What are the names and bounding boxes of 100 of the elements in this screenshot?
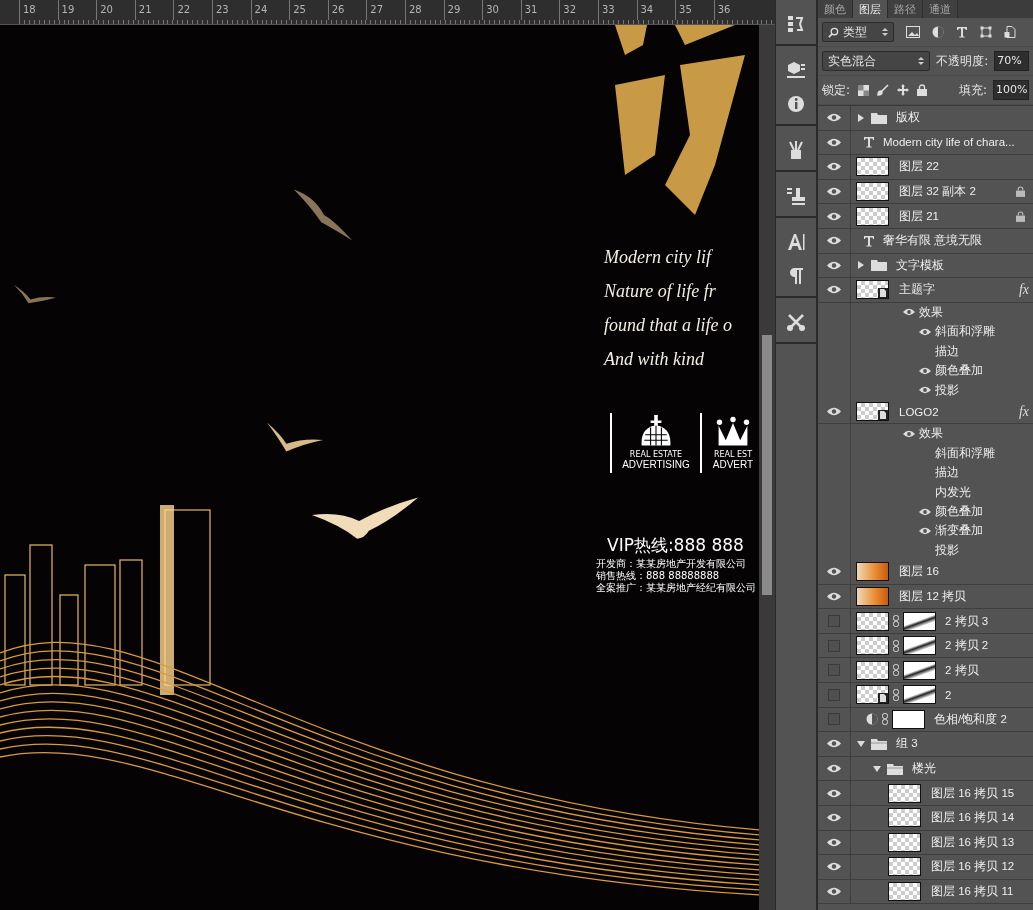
eye-icon[interactable]: [827, 887, 841, 897]
type-filter-icon[interactable]: [956, 26, 968, 38]
eye-icon[interactable]: [919, 386, 931, 394]
visibility-toggle[interactable]: [828, 688, 840, 701]
eye-icon[interactable]: [827, 137, 841, 147]
visibility-toggle[interactable]: [828, 639, 840, 652]
panel-tab[interactable]: 颜色: [818, 0, 853, 18]
layer-row[interactable]: 图层 22: [818, 155, 1033, 180]
tools-icon[interactable]: [786, 312, 806, 332]
layer-row[interactable]: 图层 12 拷贝: [818, 584, 1033, 610]
eye-icon[interactable]: [827, 113, 841, 123]
layer-row[interactable]: 2 拷贝 3: [818, 609, 1033, 634]
eye-icon[interactable]: [919, 366, 931, 375]
effect-name[interactable]: 斜面和浮雕: [935, 323, 995, 341]
move-icon[interactable]: [897, 84, 910, 96]
layer-row[interactable]: Modern city life of chara...: [818, 130, 1033, 156]
eye-icon[interactable]: [827, 764, 841, 774]
eye-icon[interactable]: [919, 526, 931, 535]
effects-badge[interactable]: fx: [1018, 281, 1029, 298]
stamp-icon[interactable]: [786, 186, 806, 206]
eye-icon[interactable]: [919, 327, 931, 336]
eye-icon[interactable]: [827, 211, 841, 221]
layer-row[interactable]: 图层 16 拷贝 14: [818, 805, 1033, 831]
eye-icon[interactable]: [827, 236, 841, 246]
opacity-field[interactable]: 70%: [994, 51, 1029, 71]
effect-name[interactable]: 描边: [935, 464, 959, 482]
eye-icon[interactable]: [919, 507, 931, 516]
effect-name[interactable]: 颜色叠加: [935, 362, 983, 380]
layer-row[interactable]: 2 拷贝 2: [818, 633, 1033, 659]
eye-icon[interactable]: [827, 837, 841, 847]
link-icon[interactable]: [893, 664, 899, 677]
collapsed-caret-icon[interactable]: [857, 113, 865, 122]
eye-icon[interactable]: [827, 260, 841, 270]
link-icon[interactable]: [893, 688, 899, 701]
effects-label[interactable]: 效果: [919, 303, 943, 321]
visibility-toggle[interactable]: [828, 713, 840, 726]
panel-tab[interactable]: 图层: [853, 0, 888, 18]
effect-name[interactable]: 描边: [935, 342, 959, 360]
eye-icon[interactable]: [827, 187, 841, 197]
effect-name[interactable]: 投影: [935, 381, 959, 399]
history-icon[interactable]: [786, 14, 806, 34]
layer-row[interactable]: 图层 21: [818, 204, 1033, 229]
layer-row[interactable]: 图层 16 拷贝 12: [818, 855, 1033, 880]
image-filter-icon[interactable]: [906, 26, 920, 38]
brushes-icon[interactable]: [786, 140, 806, 160]
eye-icon[interactable]: [827, 567, 841, 577]
lock-icon[interactable]: [917, 84, 928, 96]
panel-tab[interactable]: 路径: [888, 0, 923, 18]
eye-icon[interactable]: [827, 591, 841, 601]
eye-icon[interactable]: [827, 162, 841, 172]
layer-row[interactable]: 图层 32 副本 2: [818, 179, 1033, 205]
info-icon[interactable]: [786, 94, 806, 114]
effect-name[interactable]: 斜面和浮雕: [935, 444, 995, 462]
layer-row[interactable]: LOGO2 fx: [818, 399, 1033, 425]
eye-icon[interactable]: [827, 407, 841, 416]
blend-mode-dropdown[interactable]: 实色混合: [822, 51, 931, 71]
adjustment-filter-icon[interactable]: [932, 26, 944, 38]
effect-name[interactable]: 内发光: [935, 483, 971, 501]
filter-dropdown[interactable]: 类型: [822, 22, 894, 42]
smart-object-filter-icon[interactable]: [1004, 26, 1016, 38]
eye-icon[interactable]: [827, 739, 841, 749]
shape-filter-icon[interactable]: [980, 26, 992, 38]
layer-row[interactable]: 图层 16 拷贝 13: [818, 830, 1033, 856]
expanded-caret-icon[interactable]: [857, 740, 865, 748]
cube-icon[interactable]: [786, 60, 806, 80]
layer-row[interactable]: 图层 16 拷贝 15: [818, 781, 1033, 806]
vertical-scrollbar[interactable]: [759, 25, 775, 910]
layer-row[interactable]: 文字模板: [818, 253, 1033, 279]
layer-row[interactable]: 2 拷贝: [818, 658, 1033, 683]
visibility-toggle[interactable]: [828, 615, 840, 627]
layer-row[interactable]: 楼光: [818, 756, 1033, 782]
visibility-toggle[interactable]: [828, 664, 840, 677]
eye-icon[interactable]: [827, 285, 841, 295]
layer-row[interactable]: 组 3: [818, 732, 1033, 757]
effect-name[interactable]: 投影: [935, 541, 959, 559]
brush-icon[interactable]: [877, 84, 890, 96]
character-icon[interactable]: [786, 232, 806, 252]
effect-name[interactable]: 颜色叠加: [935, 503, 983, 521]
layer-row[interactable]: 版权: [818, 106, 1033, 131]
eye-icon[interactable]: [827, 788, 841, 798]
eye-icon[interactable]: [903, 430, 915, 438]
layer-row[interactable]: 主题字 fx: [818, 278, 1033, 303]
expanded-caret-icon[interactable]: [873, 764, 881, 773]
panel-tab[interactable]: 通道: [923, 0, 958, 18]
link-icon[interactable]: [893, 639, 899, 652]
link-icon[interactable]: [882, 713, 888, 726]
layer-row[interactable]: 图层 16 拷贝 11: [818, 879, 1033, 905]
layer-row[interactable]: 奢华有限 意境无限: [818, 228, 1033, 254]
eye-icon[interactable]: [827, 862, 841, 872]
effects-badge[interactable]: fx: [1018, 403, 1029, 420]
lock-transparency-icon[interactable]: [858, 84, 870, 96]
collapsed-caret-icon[interactable]: [857, 261, 865, 270]
link-icon[interactable]: [893, 615, 899, 627]
layer-row[interactable]: 色相/饱和度 2: [818, 707, 1033, 733]
layer-row[interactable]: 图层 16: [818, 560, 1033, 585]
effects-label[interactable]: 效果: [919, 425, 943, 443]
eye-icon[interactable]: [827, 813, 841, 823]
eye-icon[interactable]: [903, 308, 915, 317]
effect-name[interactable]: 渐变叠加: [935, 522, 983, 540]
fill-field[interactable]: 100%: [993, 80, 1029, 100]
